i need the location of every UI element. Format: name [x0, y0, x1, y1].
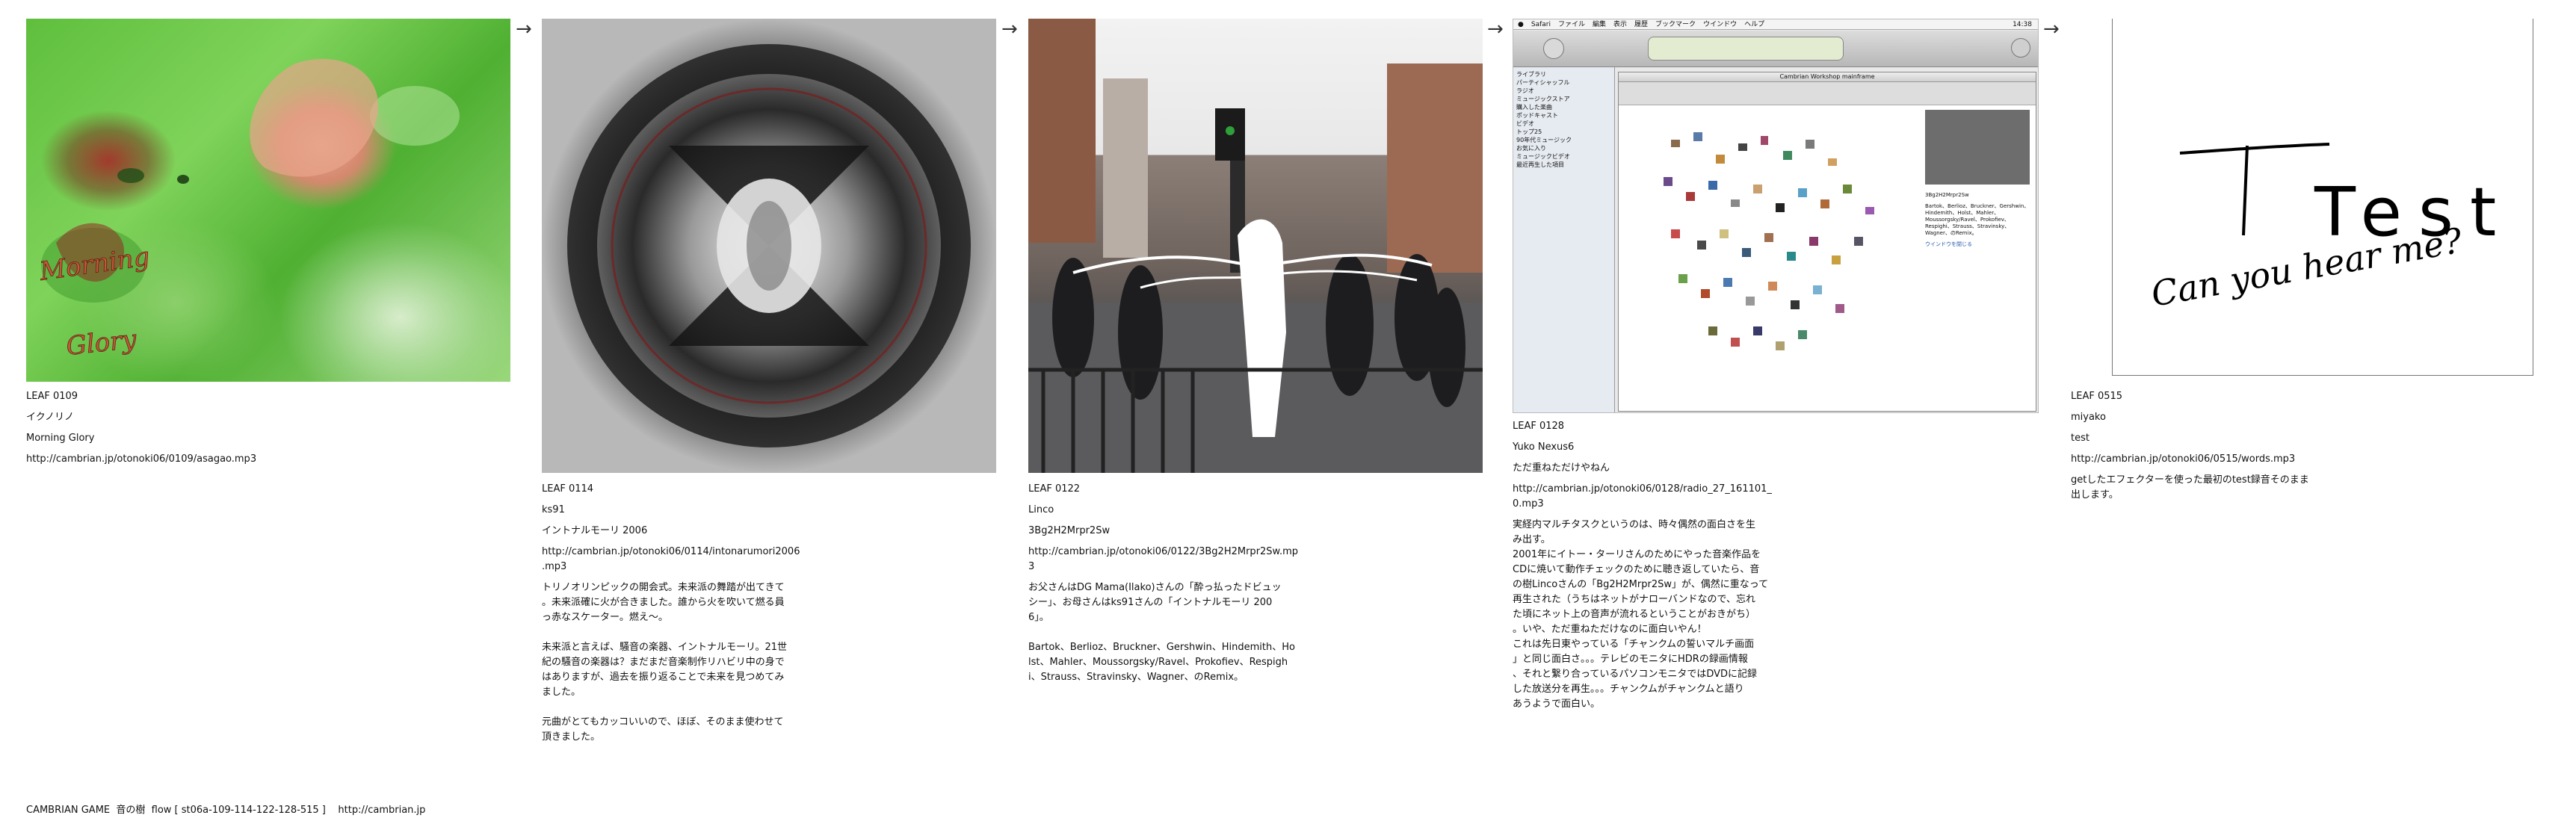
menu-safari: Safari: [1531, 21, 1551, 28]
leaf-image-street[interactable]: [1028, 19, 1483, 473]
leaf-title: イントナルモーリ 2006: [542, 525, 648, 536]
apple-icon: ●: [1518, 21, 1524, 28]
side-close-link: ウインドウを閉じる: [1925, 241, 1972, 247]
menu-history: 履歴: [1634, 21, 1649, 28]
leaf-id: LEAF 0122: [1028, 483, 1081, 495]
can-you-hear-me-text: Can you hear me?: [2149, 220, 2465, 314]
leaf-id: LEAF 0109: [26, 391, 78, 402]
leaf-0515-meta: LEAF 0515 miyako test http://cambrian.jp…: [2071, 389, 2519, 503]
leaf-id: LEAF 0515: [2071, 391, 2123, 402]
leaf-image-intonarumori[interactable]: [542, 19, 996, 473]
leaf-title: Morning Glory: [26, 433, 95, 444]
lcd-display: [1648, 37, 1844, 61]
leaf-image-desktop-screenshot[interactable]: ● Safari ファイル 編集 表示 履歴 ブックマーク ウインドウ ヘルプ …: [1513, 19, 2039, 413]
leaf-url-link[interactable]: http://cambrian.jp/otonoki06/0114/intona…: [542, 545, 841, 574]
browser-window: Cambrian Workshop mainframe 3Bg2H2Mrpr2S…: [1618, 72, 2036, 412]
sidebar-item: 90年代ミュージック: [1516, 137, 1572, 143]
leaf-author: イクノリノ: [26, 412, 74, 423]
sidebar-item: ライブラリ: [1516, 71, 1546, 78]
browse-icon: [2011, 38, 2030, 58]
sidebar-item: パーティシャッフル: [1516, 79, 1570, 86]
menu-file: ファイル: [1557, 21, 1585, 28]
leaf-title: ただ重ねただけやねん: [1513, 462, 1610, 474]
leaf-url-link[interactable]: http://cambrian.jp/otonoki06/0122/3Bg2H2…: [1028, 545, 1335, 574]
flow-arrow-icon: →: [1001, 18, 1018, 40]
menu-view: 表示: [1613, 21, 1628, 28]
leaf-0109-meta: LEAF 0109 イクノリノ Morning Glory http://cam…: [26, 389, 504, 473]
leaf-author: ks91: [542, 504, 565, 515]
sidebar-item: お気に入り: [1516, 145, 1546, 152]
handwriting-artwork: Test Can you hear me?: [2149, 143, 2496, 315]
leaf-id: LEAF 0128: [1513, 421, 1565, 432]
menu-bookmarks: ブックマーク: [1655, 21, 1696, 28]
leaf-url-link[interactable]: http://cambrian.jp/otonoki06/0515/words.…: [2071, 452, 2519, 467]
menu-help: ヘルプ: [1744, 21, 1765, 28]
leaf-image-handwriting[interactable]: Test Can you hear me?: [2112, 19, 2533, 376]
menu-window: ウインドウ: [1703, 21, 1738, 28]
sidebar-item: トップ25: [1516, 128, 1542, 135]
leaf-description: トリノオリンピックの開会式。未来派の舞踏が出てきて 。未来派確に火が合きました。…: [542, 582, 788, 743]
sidebar-item: ビデオ: [1516, 120, 1534, 127]
leaf-url-link[interactable]: http://cambrian.jp/otonoki06/0109/asagao…: [26, 452, 504, 467]
leaf-description: 実経内マルチタスクというのは、時々偶然の面白さを生 み出す。 2001年にイトー…: [1513, 519, 1769, 710]
sidebar-item: ミュージックビデオ: [1516, 153, 1570, 160]
browser-toolbar: [1619, 82, 2036, 105]
footer-credit: CAMBRIAN GAME 音の樹 flow [ st06a-109-114-1…: [26, 805, 426, 816]
leaf-title: test: [2071, 433, 2089, 444]
flow-arrow-icon: →: [1487, 18, 1504, 40]
leaf-author: Yuko Nexus6: [1513, 442, 1575, 453]
player-sidebar: ライブラリ パーティシャッフル ラジオ ミュージックストア 購入した楽曲 ポッド…: [1513, 67, 1615, 412]
side-text-block: 3Bg2H2Mrpr2Sw Bartok、Berlioz、Bruckner、Ge…: [1925, 192, 2030, 248]
sidebar-item: 購入した楽曲: [1516, 104, 1552, 111]
leaf-image-morning-glory[interactable]: Morning Glory: [26, 19, 510, 382]
morning-glory-artwork: Morning Glory: [37, 58, 460, 362]
side-photo-thumbnail: [1925, 110, 2030, 185]
leaf-author: miyako: [2071, 412, 2106, 423]
thumbnail-cloud: [1664, 132, 1874, 350]
menu-edit: 編集: [1593, 21, 1607, 28]
leaf-author: Linco: [1028, 504, 1054, 515]
leaf-description: getしたエフェクターを使った最初のtest録音そのまま 出します。: [2071, 474, 2309, 501]
player-toolbar: [1513, 31, 2038, 67]
sidebar-item: 最近再生した項目: [1516, 161, 1564, 168]
leaf-url-link[interactable]: http://cambrian.jp/otonoki06/0128/radio_…: [1513, 482, 1826, 512]
leaf-0122-meta: LEAF 0122 Linco 3Bg2H2Mrpr2Sw http://cam…: [1028, 482, 1335, 685]
leaf-0128-meta: LEAF 0128 Yuko Nexus6 ただ重ねただけやねん http://…: [1513, 419, 1826, 712]
tunnel-artwork: [542, 19, 996, 473]
menubar-clock: 14:38: [2013, 21, 2032, 28]
street-photo-artwork: [1028, 19, 1483, 473]
leaf-0114-meta: LEAF 0114 ks91 イントナルモーリ 2006 http://camb…: [542, 482, 841, 745]
browser-title: Cambrian Workshop mainframe: [1619, 72, 2036, 82]
glory-text: Glory: [65, 324, 138, 362]
sidebar-item: ポッドキャスト: [1516, 112, 1558, 119]
play-button-icon: [1543, 38, 1564, 59]
flow-arrow-icon: →: [2043, 18, 2060, 40]
leaf-id: LEAF 0114: [542, 483, 594, 495]
sidebar-item: ミュージックストア: [1516, 96, 1570, 102]
sidebar-item: ラジオ: [1516, 87, 1534, 94]
leaf-title: 3Bg2H2Mrpr2Sw: [1028, 525, 1111, 536]
screenshot-menubar: ● Safari ファイル 編集 表示 履歴 ブックマーク ウインドウ ヘルプ …: [1513, 19, 2038, 30]
side-title: 3Bg2H2Mrpr2Sw: [1925, 192, 1969, 198]
leaf-description: お父さんはDG Mama(Ilako)さんの「酔っ払ったドビュッ シー」、お母さ…: [1028, 582, 1295, 683]
side-caption: Bartok、Berlioz、Bruckner、Gershwin、Hindemi…: [1925, 203, 2030, 236]
flow-arrow-icon: →: [516, 18, 532, 40]
